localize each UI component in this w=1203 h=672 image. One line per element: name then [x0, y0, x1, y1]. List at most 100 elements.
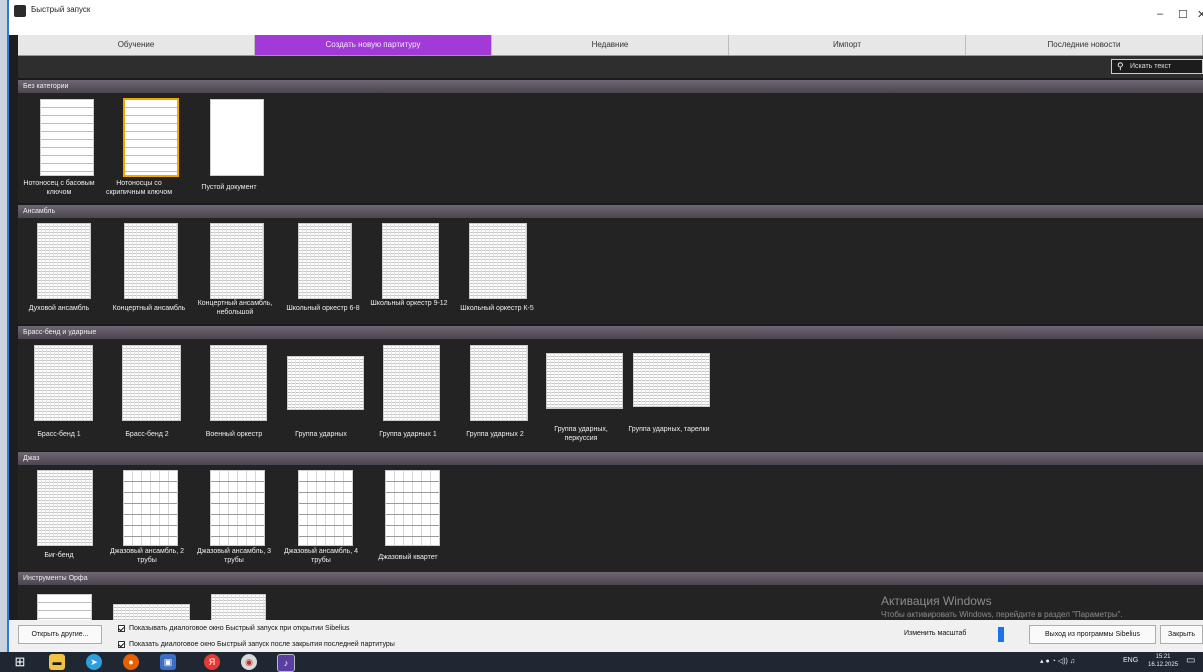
template-thumbnail — [38, 471, 92, 545]
search-box[interactable]: ⚲ — [1111, 59, 1203, 74]
template-item[interactable]: Школьный оркестр К-5 — [456, 218, 538, 324]
search-input[interactable] — [1130, 61, 1198, 72]
template-thumbnail — [211, 471, 264, 545]
template-gallery: Без категории Нотоносец с басовым ключом… — [18, 78, 1203, 620]
show-on-start-checkbox[interactable]: Показывать диалоговое окно Быстрый запус… — [118, 625, 350, 632]
template-label: Джазовый ансамбль, 3 трубы — [197, 548, 271, 564]
category-header: Без категории — [18, 80, 1203, 93]
zoom-slider-handle[interactable] — [998, 627, 1004, 642]
category-section: Духовой ансамбль Концертный ансамбль Кон… — [18, 218, 1203, 324]
clock-time: 15:21 — [1155, 654, 1171, 660]
open-other-button[interactable]: Открыть другие... — [18, 625, 102, 644]
template-thumbnail — [471, 346, 527, 420]
template-thumbnail — [41, 100, 93, 175]
template-thumbnail[interactable] — [114, 605, 189, 620]
template-item[interactable]: Биг-бенд — [18, 465, 100, 575]
template-thumbnail — [211, 100, 263, 175]
template-item[interactable]: Группа ударных, перкуссия — [540, 339, 622, 451]
firefox-icon[interactable]: ● — [123, 654, 139, 670]
template-item[interactable]: Джазовый ансамбль, 4 трубы — [280, 465, 362, 575]
maximize-icon[interactable]: ☐ — [1178, 8, 1188, 21]
template-thumbnail — [125, 224, 177, 298]
template-item[interactable]: Брасс-бенд 2 — [106, 339, 188, 451]
category-header: Джаз — [18, 452, 1203, 465]
sibelius-taskbar-icon[interactable]: ♪ — [277, 654, 295, 672]
template-thumbnail — [386, 471, 439, 545]
template-item[interactable]: Нотоносец с басовым ключом — [18, 93, 100, 203]
yandex-icon[interactable]: Я — [204, 654, 220, 670]
save-app-icon[interactable]: ▣ — [160, 654, 176, 670]
template-item[interactable]: Джазовый ансамбль, 2 трубы — [106, 465, 188, 575]
file-explorer-icon[interactable]: ▬ — [49, 654, 65, 670]
template-item[interactable]: Группа ударных, тарелки — [628, 339, 710, 451]
category-section: Нотоносец с басовым ключом Нотоносцы со … — [18, 93, 1203, 203]
template-label: Брасс-бенд 1 — [37, 431, 81, 438]
category-section: Биг-бенд Джазовый ансамбль, 2 трубы Джаз… — [18, 465, 1203, 575]
template-thumbnail — [299, 224, 351, 298]
show-after-close-checkbox[interactable]: Показать диалоговое окно Быстрый запуск … — [118, 641, 395, 648]
template-item[interactable]: Джазовый ансамбль, 3 трубы — [193, 465, 275, 575]
template-thumbnail[interactable] — [38, 595, 91, 620]
template-label: Нотоносцы со скрипичным ключом — [105, 180, 173, 196]
taskbar: ⊞ ▬ ➤ ● ▣ Я ◉ ♪ ▴ ● ◔ ◁)) ♫ ENG 15:21 16… — [0, 652, 1203, 672]
template-thumbnail — [288, 357, 363, 409]
template-item[interactable]: Военный оркестр — [193, 339, 275, 451]
template-item[interactable]: Концертный ансамбль — [108, 218, 190, 324]
template-item[interactable]: Духовой ансамбль — [18, 218, 100, 324]
template-thumbnail — [634, 354, 709, 406]
clock[interactable]: 15:21 16.12.2025 — [1148, 653, 1178, 669]
close-button[interactable]: Закрыть — [1160, 625, 1203, 644]
template-thumbnail — [470, 224, 526, 298]
template-item[interactable]: Группа ударных 2 — [454, 339, 536, 451]
template-item[interactable]: Группа ударных 1 — [367, 339, 449, 451]
tab-new-score[interactable]: Создать новую партитуру — [255, 35, 492, 55]
search-icon: ⚲ — [1117, 61, 1124, 71]
template-item[interactable]: Группа ударных — [280, 339, 363, 451]
template-thumbnail — [211, 224, 263, 298]
close-window-icon[interactable]: ✕ — [1197, 8, 1203, 21]
template-item[interactable]: Концертный ансамбль, небольшой — [194, 218, 276, 324]
template-label: Концертный ансамбль, небольшой — [197, 300, 273, 316]
tab-recent[interactable]: Недавние — [492, 35, 729, 55]
template-label: Брасс-бенд 2 — [125, 431, 169, 438]
chrome-icon[interactable]: ◉ — [241, 654, 257, 670]
template-label: Школьный оркестр 9-12 — [370, 300, 448, 307]
template-item[interactable]: Пустой документ — [188, 93, 270, 203]
template-item[interactable]: Нотоносцы со скрипичным ключом — [98, 93, 180, 203]
template-label: Школьный оркестр К-5 — [460, 305, 534, 312]
template-thumbnail — [383, 224, 438, 298]
clock-date: 16.12.2025 — [1148, 662, 1179, 668]
footer: Открыть другие... Показывать диалоговое … — [9, 620, 1203, 652]
template-label: Военный оркестр — [205, 431, 263, 438]
template-item[interactable]: Школьный оркестр 9-12 — [368, 218, 450, 324]
sibelius-app-icon — [14, 5, 26, 17]
template-thumbnail — [547, 354, 622, 408]
template-label: Джазовый ансамбль, 4 трубы — [284, 548, 358, 564]
template-item[interactable]: Джазовый квартет — [367, 465, 449, 575]
minimize-icon[interactable]: – — [1157, 8, 1163, 20]
category-header: Инструменты Орфа — [18, 572, 1203, 585]
template-label: Нотоносец с басовым ключом — [23, 180, 95, 196]
checkbox-icon — [118, 625, 125, 632]
notifications-icon[interactable]: ▭ — [1186, 655, 1195, 666]
template-label: Джазовый квартет — [378, 554, 438, 561]
category-section: Брасс-бенд 1 Брасс-бенд 2 Военный оркест… — [18, 339, 1203, 451]
template-thumbnail — [299, 471, 352, 545]
template-thumbnail — [125, 100, 177, 175]
template-label: Группа ударных — [295, 431, 347, 438]
zoom-label: Изменить масштаб — [904, 630, 967, 637]
title-bar: Быстрый запуск – ☐ ✕ — [9, 0, 1203, 35]
exit-sibelius-button[interactable]: Выход из программы Sibelius — [1029, 625, 1156, 644]
left-edge — [0, 0, 9, 652]
tab-import[interactable]: Импорт — [729, 35, 966, 55]
language-indicator[interactable]: ENG — [1123, 657, 1138, 664]
template-item[interactable]: Школьный оркестр 6-8 — [282, 218, 364, 324]
tab-news[interactable]: Последние новости — [966, 35, 1203, 55]
template-item[interactable]: Брасс-бенд 1 — [18, 339, 100, 451]
start-windows-icon[interactable]: ⊞ — [12, 654, 28, 670]
template-thumbnail[interactable] — [212, 595, 265, 620]
tray-icons[interactable]: ▴ ● ◔ ◁)) ♫ — [1040, 657, 1075, 665]
telegram-icon[interactable]: ➤ — [86, 654, 102, 670]
tab-learn[interactable]: Обучение — [18, 35, 255, 55]
tab-bar: Обучение Создать новую партитуру Недавни… — [18, 35, 1203, 56]
